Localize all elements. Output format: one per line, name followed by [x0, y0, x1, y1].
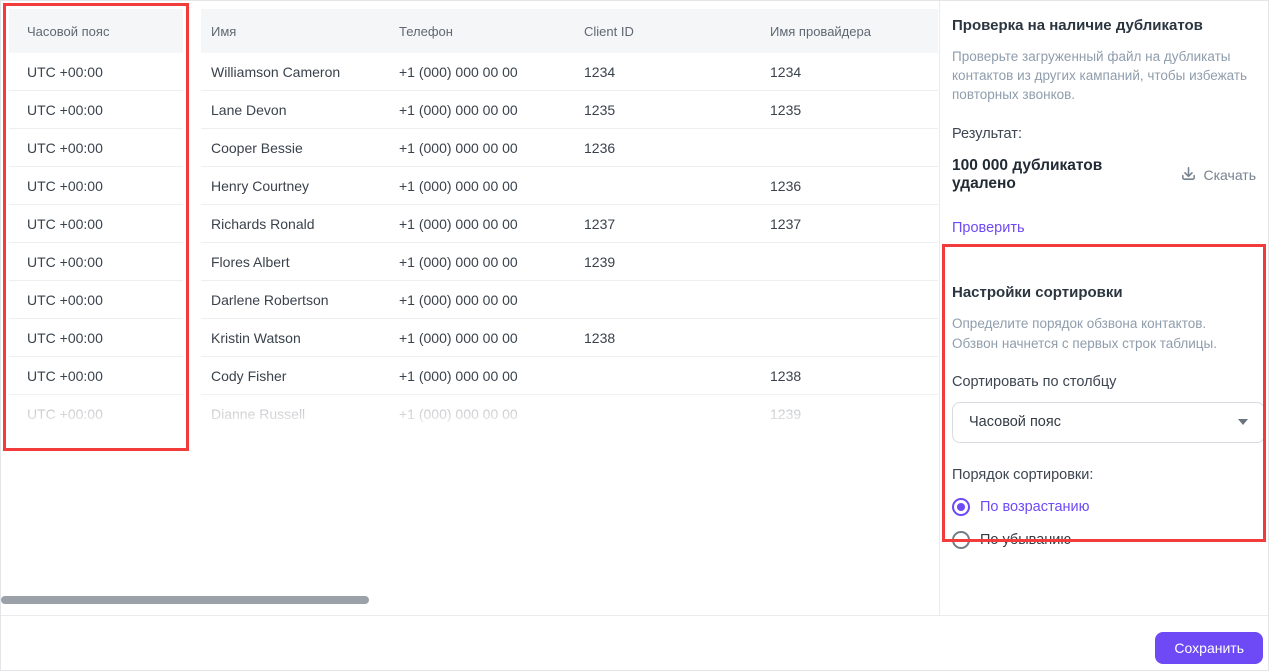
table-cell: +1 (000) 000 00 00: [389, 53, 574, 90]
sort-order-label: Порядок сортировки:: [952, 467, 1256, 483]
footer-bar: Сохранить: [1, 615, 1269, 671]
table-cell: [760, 243, 938, 280]
table-cell: 1234: [574, 53, 760, 90]
sort-order-ascending-label: По возрастанию: [980, 499, 1090, 515]
table-row: Darlene Robertson+1 (000) 000 00 00: [201, 281, 938, 319]
sort-column-selected-value: Часовой пояс: [969, 414, 1061, 430]
table-cell: Cody Fisher: [201, 357, 389, 394]
check-duplicates-link[interactable]: Проверить: [952, 220, 1025, 236]
sort-order-descending-radio[interactable]: По убыванию: [952, 531, 1256, 549]
table-row: Lane Devon+1 (000) 000 00 0012351235: [201, 91, 938, 129]
table-cell: Lane Devon: [201, 91, 389, 128]
table-row: Cooper Bessie+1 (000) 000 00 001236: [201, 129, 938, 167]
table-cell: 1238: [760, 357, 938, 394]
radio-selected-icon: [952, 498, 970, 516]
table-cell: 1236: [760, 167, 938, 204]
column-header: Телефон: [389, 9, 574, 53]
table-row: Richards Ronald+1 (000) 000 00 001237123…: [201, 205, 938, 243]
timezone-cell: UTC +00:00: [9, 205, 183, 243]
result-value: 100 000 дубликатов удалено: [952, 157, 1161, 193]
table-cell: Richards Ronald: [201, 205, 389, 242]
contacts-table: ИмяТелефонClient IDИмя провайдера Willia…: [201, 9, 938, 433]
table-cell: 1235: [574, 91, 760, 128]
result-row: 100 000 дубликатов удалено Скачать: [952, 157, 1256, 193]
save-button[interactable]: Сохранить: [1155, 632, 1263, 664]
table-row: Williamson Cameron+1 (000) 000 00 001234…: [201, 53, 938, 91]
campaign-contacts-screen: Часовой пояс UTC +00:00UTC +00:00UTC +00…: [0, 0, 1269, 671]
download-label: Скачать: [1204, 167, 1257, 183]
table-cell: +1 (000) 000 00 00: [389, 357, 574, 394]
timezone-column-table: Часовой пояс UTC +00:00UTC +00:00UTC +00…: [9, 9, 183, 433]
table-row: Kristin Watson+1 (000) 000 00 001238: [201, 319, 938, 357]
timezone-cell: UTC +00:00: [9, 395, 183, 433]
timezone-cell: UTC +00:00: [9, 129, 183, 167]
timezone-cell: UTC +00:00: [9, 53, 183, 91]
sort-column-select[interactable]: Часовой пояс: [952, 402, 1265, 443]
table-cell: [574, 281, 760, 318]
sort-column-label: Сортировать по столбцу: [952, 374, 1256, 390]
table-cell: 1237: [760, 205, 938, 242]
table-cell: 1239: [574, 243, 760, 280]
table-row: Henry Courtney+1 (000) 000 00 00 1236: [201, 167, 938, 205]
timezone-cell: UTC +00:00: [9, 243, 183, 281]
duplicates-title: Проверка на наличие дубликатов: [952, 17, 1256, 34]
sort-order-ascending-radio[interactable]: По возрастанию: [952, 498, 1256, 516]
sorting-title: Настройки сортировки: [952, 284, 1256, 301]
timezone-cell: UTC +00:00: [9, 91, 183, 129]
table-cell: +1 (000) 000 00 00: [389, 91, 574, 128]
timezone-cell: UTC +00:00: [9, 281, 183, 319]
sorting-description: Определите порядок обзвона контактов. Об…: [952, 314, 1254, 352]
table-cell: +1 (000) 000 00 00: [389, 167, 574, 204]
table-cell: Kristin Watson: [201, 319, 389, 356]
column-header: Client ID: [574, 9, 760, 53]
table-cell: Williamson Cameron: [201, 53, 389, 90]
table-row: Dianne Russell+1 (000) 000 00 00 1239: [201, 395, 938, 433]
table-cell: +1 (000) 000 00 00: [389, 243, 574, 280]
contacts-header-row: ИмяТелефонClient IDИмя провайдера: [201, 9, 938, 53]
table-cell: 1234: [760, 53, 938, 90]
table-cell: 1239: [760, 395, 938, 432]
table-cell: +1 (000) 000 00 00: [389, 319, 574, 356]
column-header: Имя провайдера: [760, 9, 938, 53]
sort-order-descending-label: По убыванию: [980, 532, 1071, 548]
table-cell: Dianne Russell: [201, 395, 389, 432]
table-cell: [760, 129, 938, 166]
table-cell: [760, 319, 938, 356]
timezone-column-header: Часовой пояс: [9, 9, 183, 53]
settings-side-panel: Проверка на наличие дубликатов Проверьте…: [939, 1, 1269, 615]
table-cell: [574, 395, 760, 432]
timezone-column-body: UTC +00:00UTC +00:00UTC +00:00UTC +00:00…: [9, 53, 183, 433]
table-cell: Henry Courtney: [201, 167, 389, 204]
column-header: Имя: [201, 9, 389, 53]
download-tray-icon: [1180, 165, 1197, 185]
table-cell: +1 (000) 000 00 00: [389, 129, 574, 166]
table-cell: +1 (000) 000 00 00: [389, 205, 574, 242]
download-link[interactable]: Скачать: [1173, 165, 1257, 185]
table-cell: Cooper Bessie: [201, 129, 389, 166]
contacts-table-body: Williamson Cameron+1 (000) 000 00 001234…: [201, 53, 938, 433]
timezone-cell: UTC +00:00: [9, 167, 183, 205]
table-cell: 1237: [574, 205, 760, 242]
chevron-down-icon: [1238, 419, 1248, 425]
table-row: Cody Fisher+1 (000) 000 00 00 1238: [201, 357, 938, 395]
sorting-section: Настройки сортировки Определите порядок …: [952, 284, 1256, 548]
radio-unselected-icon: [952, 531, 970, 549]
table-cell: 1235: [760, 91, 938, 128]
table-cell: [574, 167, 760, 204]
table-cell: +1 (000) 000 00 00: [389, 281, 574, 318]
duplicates-description: Проверьте загруженный файл на дубликаты …: [952, 47, 1254, 104]
table-cell: 1238: [574, 319, 760, 356]
table-cell: +1 (000) 000 00 00: [389, 395, 574, 432]
horizontal-scrollbar[interactable]: [1, 596, 369, 604]
timezone-cell: UTC +00:00: [9, 357, 183, 395]
table-cell: Flores Albert: [201, 243, 389, 280]
table-row: Flores Albert+1 (000) 000 00 001239: [201, 243, 938, 281]
timezone-cell: UTC +00:00: [9, 319, 183, 357]
table-cell: [760, 281, 938, 318]
table-cell: 1236: [574, 129, 760, 166]
table-cell: [574, 357, 760, 394]
result-label: Результат:: [952, 126, 1256, 142]
table-cell: Darlene Robertson: [201, 281, 389, 318]
